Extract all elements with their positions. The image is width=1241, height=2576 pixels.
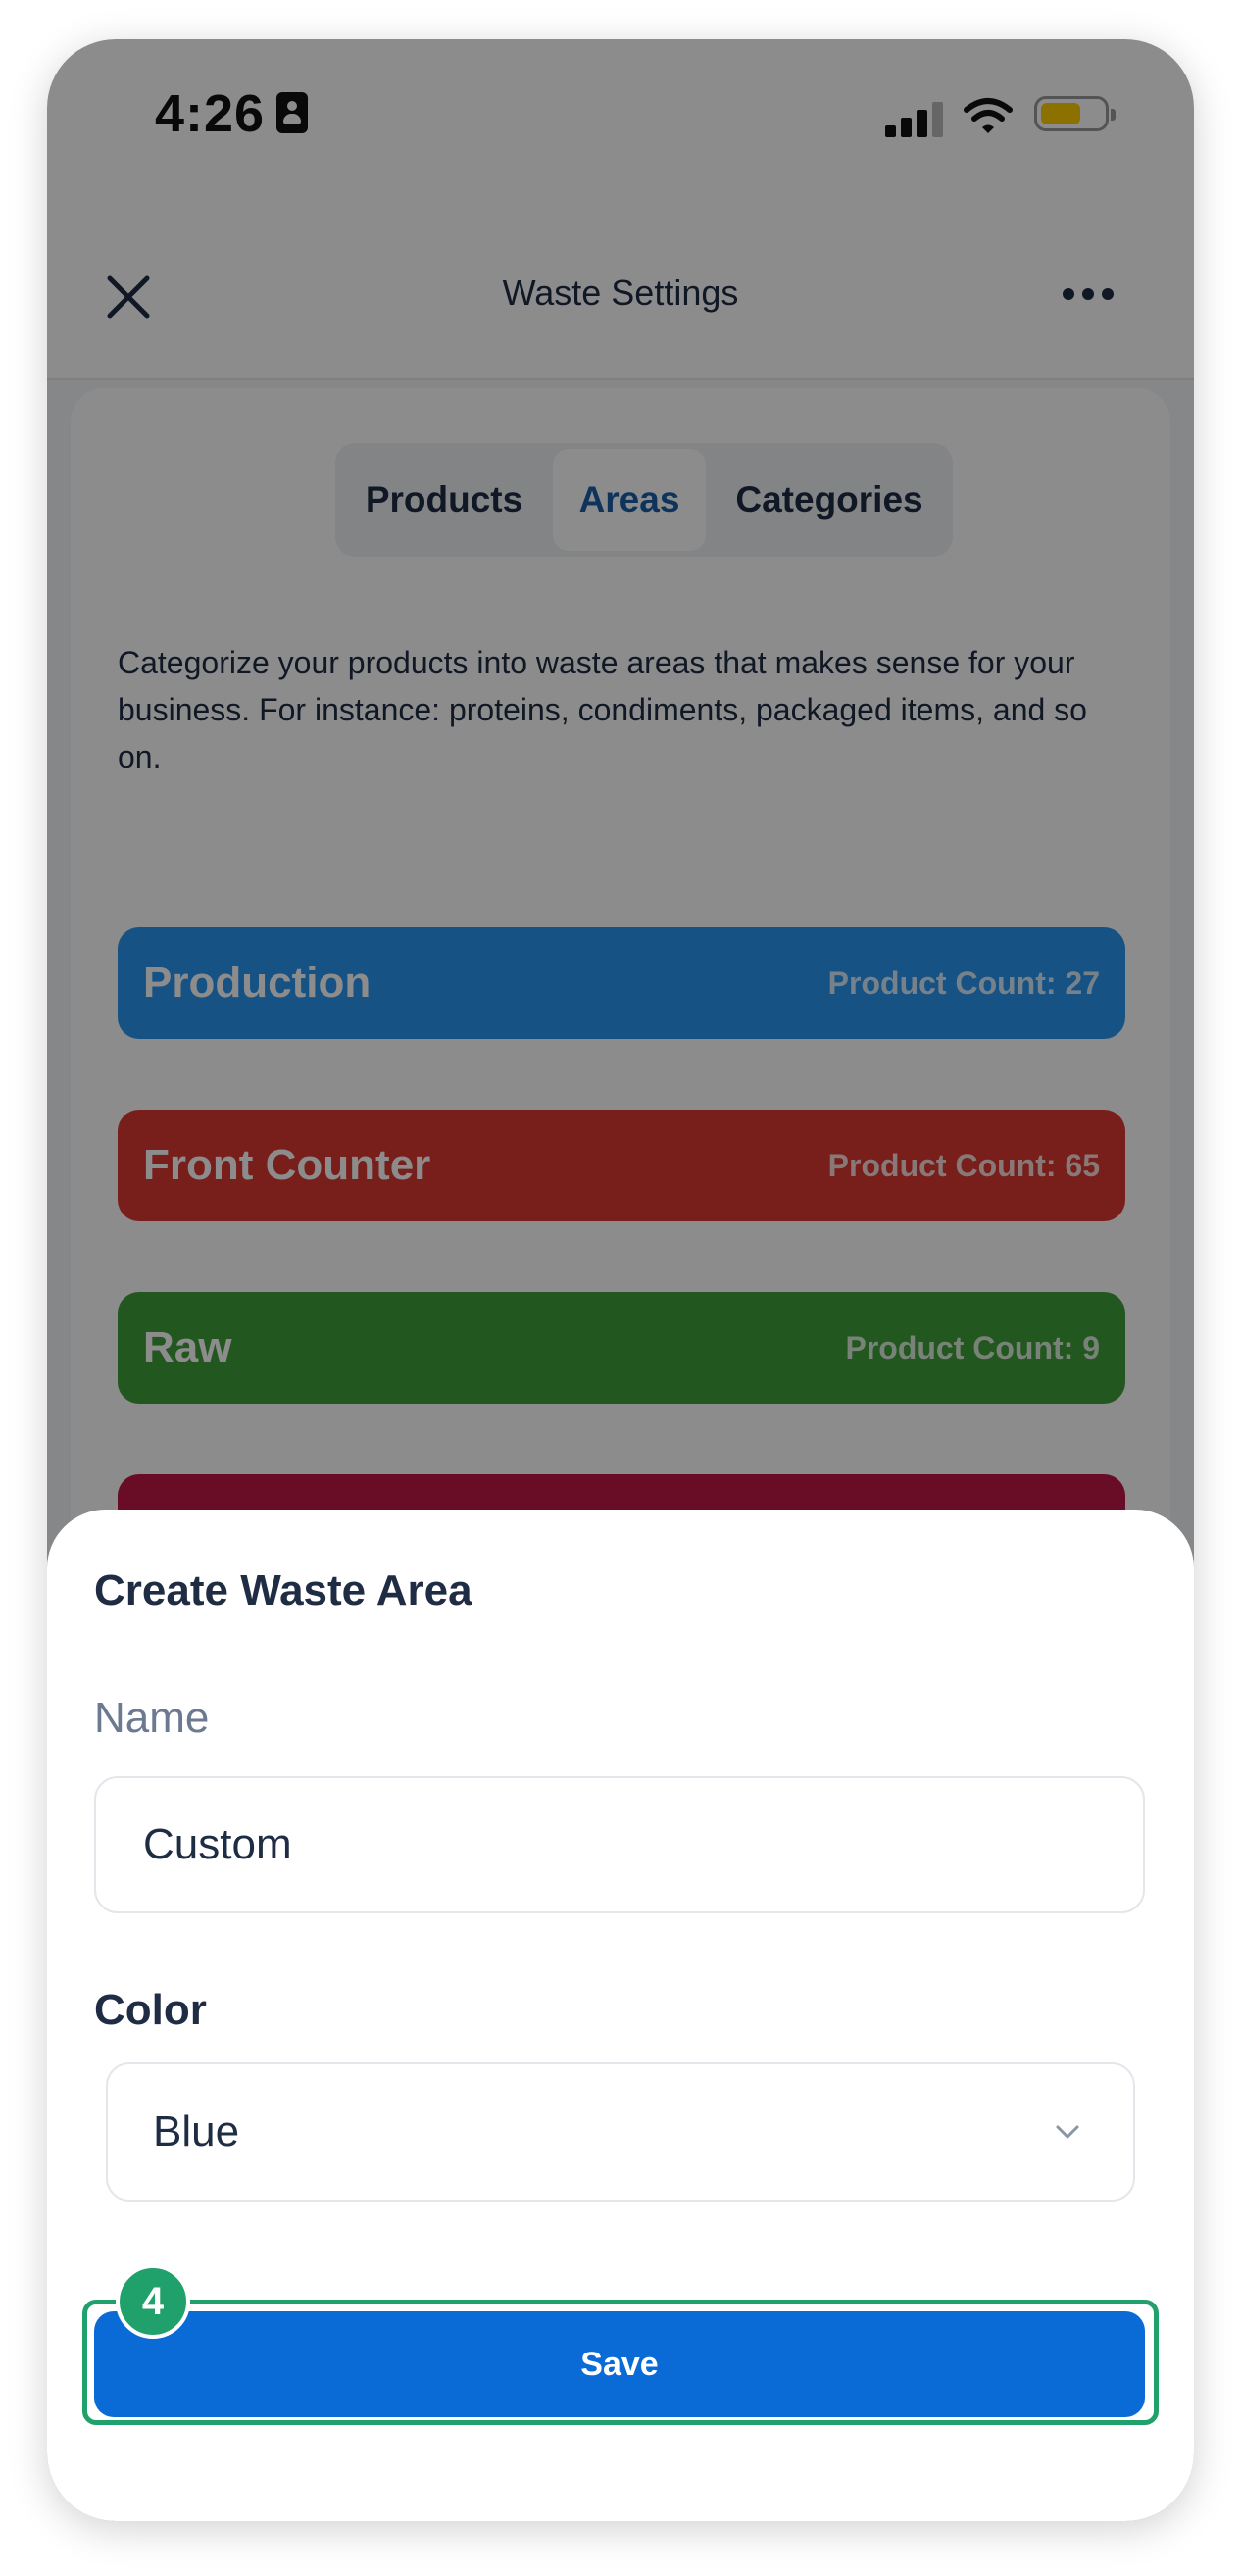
name-label: Name: [94, 1694, 210, 1742]
save-button[interactable]: Save: [94, 2311, 1145, 2417]
phone-frame: 4:26 Waste Settings Products Areas Categ…: [47, 39, 1194, 2521]
step-number-badge: 4: [116, 2264, 190, 2339]
chevron-down-icon: [1056, 2125, 1079, 2139]
color-select[interactable]: Blue: [106, 2062, 1135, 2202]
color-selected-value: Blue: [153, 2107, 240, 2155]
name-field[interactable]: [94, 1776, 1145, 1913]
color-label: Color: [94, 1986, 207, 2034]
sheet-title: Create Waste Area: [94, 1566, 472, 1614]
create-area-sheet: Create Waste Area Name Color Blue Save 4: [47, 1510, 1194, 2521]
